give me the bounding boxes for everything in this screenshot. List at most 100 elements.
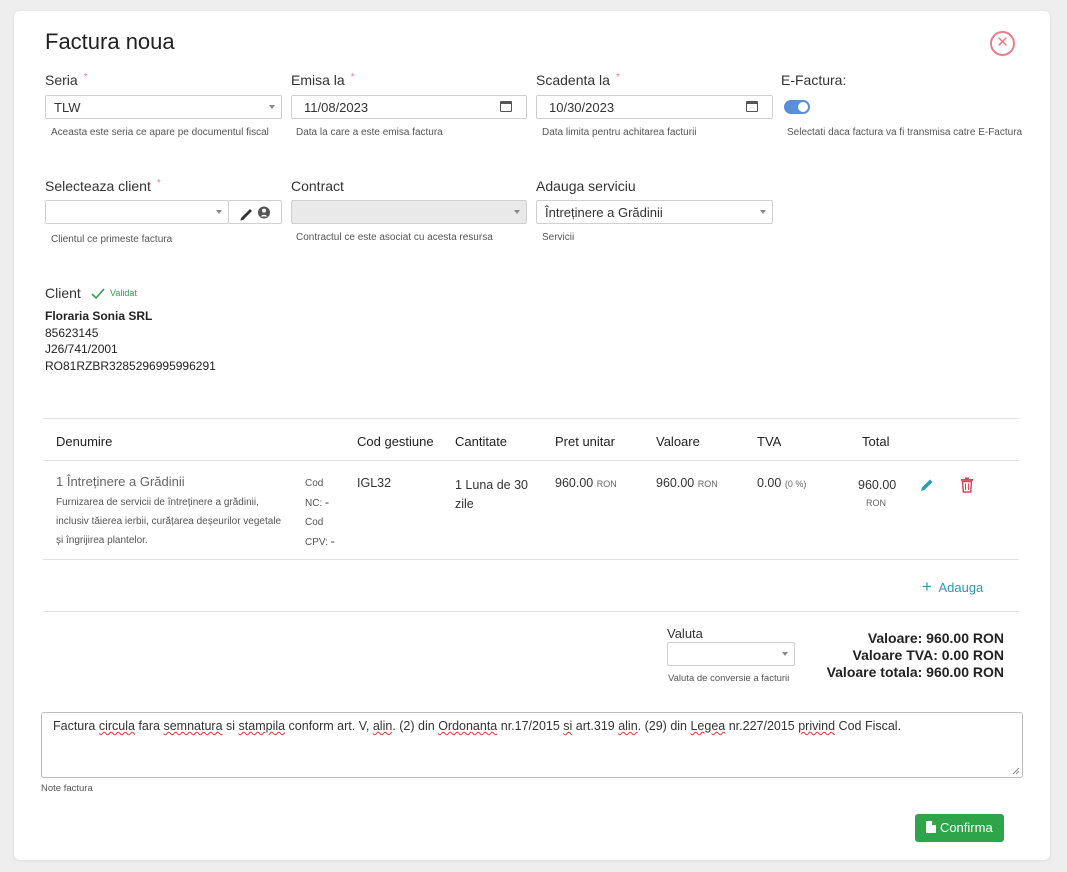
cod-nc-value: - bbox=[325, 495, 330, 509]
confirm-button[interactable]: Confirma bbox=[915, 814, 1004, 842]
check-icon bbox=[91, 287, 105, 305]
efactura-toggle[interactable] bbox=[784, 100, 810, 114]
col-valoare: Valoare bbox=[656, 434, 700, 449]
calendar-icon[interactable] bbox=[500, 101, 512, 112]
scadenta-help: Data limita pentru achitarea facturii bbox=[542, 127, 697, 138]
notes-text: semnatura bbox=[163, 719, 223, 733]
item-pret-unitar: 960.00 RON bbox=[555, 476, 617, 490]
chevron-down-icon bbox=[760, 210, 766, 214]
delete-item-button[interactable] bbox=[960, 477, 974, 498]
close-icon: ✕ bbox=[996, 34, 1009, 51]
notes-textarea[interactable]: Factura circula fara semnatura si stampi… bbox=[41, 712, 1023, 778]
client-select[interactable] bbox=[45, 200, 229, 224]
chevron-down-icon bbox=[269, 105, 275, 109]
calendar-icon[interactable] bbox=[746, 101, 758, 112]
edit-client-button[interactable] bbox=[228, 200, 282, 224]
emisa-date-input[interactable]: 11/08/2023 bbox=[291, 95, 527, 119]
close-button[interactable]: ✕ bbox=[990, 31, 1015, 56]
col-cantitate: Cantitate bbox=[455, 434, 508, 449]
item-tva: 0.00 (0 %) bbox=[757, 476, 806, 490]
cod-cpv-value: - bbox=[330, 534, 335, 548]
serviciu-label: Adauga serviciu bbox=[536, 178, 636, 194]
scadenta-label: Scadenta la * bbox=[536, 72, 620, 88]
total-currency: RON bbox=[866, 498, 886, 508]
client-details: Floraria Sonia SRL 85623145 J26/741/2001… bbox=[45, 308, 216, 374]
item-name: 1 Întreținere a Grădinii bbox=[56, 474, 185, 489]
notes-text: fara bbox=[134, 719, 164, 733]
item-codes: Cod NC: - Cod CPV: - bbox=[305, 474, 335, 552]
col-cod-gestiune: Cod gestiune bbox=[357, 434, 434, 449]
notes-text: Cod Fiscal. bbox=[835, 719, 902, 733]
client-select-label: Selecteaza client * bbox=[45, 178, 161, 194]
seria-select[interactable]: TLW bbox=[45, 95, 282, 119]
valoare-currency: RON bbox=[697, 479, 718, 489]
scadenta-date-input[interactable]: 10/30/2023 bbox=[536, 95, 773, 119]
col-denumire: Denumire bbox=[56, 434, 113, 449]
serviciu-help: Servicii bbox=[542, 232, 575, 243]
efactura-help: Selectati daca factura va fi transmisa c… bbox=[787, 127, 1023, 138]
item-cod-gestiune: IGL32 bbox=[357, 476, 392, 490]
notes-text: nr.227/2015 bbox=[725, 719, 799, 733]
cod-nc-label: NC: bbox=[305, 498, 323, 509]
valuta-help: Valuta de conversie a facturii bbox=[668, 673, 790, 684]
notes-text: Legea bbox=[690, 719, 726, 733]
valuta-select[interactable] bbox=[667, 642, 795, 666]
table-bottom-divider bbox=[43, 611, 1019, 612]
notes-text: privind bbox=[798, 719, 836, 733]
table-top-divider bbox=[43, 418, 1019, 419]
efactura-label: E-Factura: bbox=[781, 72, 847, 88]
emisa-value: 11/08/2023 bbox=[304, 100, 369, 115]
total-valoare-totala: Valoare totala: 960.00 RON bbox=[826, 664, 1004, 680]
client-select-help: Clientul ce primeste factura bbox=[51, 234, 173, 245]
total-valoare-tva: Valoare TVA: 0.00 RON bbox=[852, 647, 1004, 663]
notes-text: art.319 bbox=[572, 719, 619, 733]
totals-summary: Valoare: 960.00 RON Valoare TVA: 0.00 RO… bbox=[804, 630, 1004, 681]
emisa-label: Emisa la * bbox=[291, 72, 355, 88]
item-description-line: Furnizarea de servicii de întreținere a … bbox=[56, 497, 259, 508]
tva-percent: (0 %) bbox=[784, 479, 807, 489]
page-title: Factura noua bbox=[45, 29, 175, 54]
notes-text: . (29) din bbox=[637, 719, 691, 733]
valuta-label: Valuta bbox=[667, 626, 703, 641]
col-pret-unitar: Pret unitar bbox=[555, 434, 615, 449]
notes-text: conform art. V, bbox=[285, 719, 373, 733]
notes-text: Factura bbox=[53, 719, 99, 733]
edit-item-button[interactable] bbox=[919, 477, 935, 498]
pret-value: 960.00 bbox=[555, 476, 594, 490]
valoare-value: 960.00 bbox=[656, 476, 695, 490]
pencil-icon bbox=[921, 479, 933, 491]
add-item-button[interactable]: + Adauga bbox=[922, 577, 983, 597]
cod-cpv-label: Cod bbox=[305, 517, 324, 528]
seria-label: Seria * bbox=[45, 72, 88, 88]
chevron-down-icon bbox=[514, 210, 520, 214]
item-valoare: 960.00 RON bbox=[656, 476, 718, 490]
seria-value: TLW bbox=[54, 100, 81, 115]
scadenta-value: 10/30/2023 bbox=[549, 100, 615, 115]
contract-help: Contractul ce este asociat cu acesta res… bbox=[296, 232, 493, 243]
notes-text: circula bbox=[98, 719, 135, 733]
cod-nc-label: Cod bbox=[305, 478, 324, 489]
tva-value: 0.00 bbox=[757, 476, 782, 490]
total-valoare: Valoare: 960.00 RON bbox=[867, 630, 1004, 646]
chevron-down-icon bbox=[782, 652, 788, 656]
notes-text: alin bbox=[618, 719, 638, 733]
notes-text: nr.17/2015 bbox=[497, 719, 564, 733]
item-cantitate-line: zile bbox=[455, 497, 474, 511]
client-name: Floraria Sonia SRL bbox=[45, 309, 153, 323]
contract-label: Contract bbox=[291, 178, 344, 194]
invoice-modal: Factura noua ✕ Seria * TLW Aceasta este s… bbox=[14, 11, 1050, 860]
serviciu-select[interactable]: Întreținere a Grădinii bbox=[536, 200, 773, 224]
notes-text: alin bbox=[372, 719, 393, 733]
trash-icon bbox=[961, 477, 973, 493]
item-cantitate-line: 1 Luna de 30 bbox=[455, 478, 528, 492]
item-description: Furnizarea de servicii de întreținere a … bbox=[56, 493, 306, 550]
pret-currency: RON bbox=[596, 479, 617, 489]
resize-handle-icon[interactable] bbox=[1012, 767, 1020, 775]
notes-text: si bbox=[222, 719, 239, 733]
validated-badge: Validat bbox=[110, 288, 137, 298]
serviciu-value: Întreținere a Grădinii bbox=[545, 205, 663, 220]
toggle-knob bbox=[798, 102, 808, 112]
item-description-line: și îngrijirea plantelor. bbox=[56, 535, 148, 546]
col-total: Total bbox=[862, 434, 890, 449]
table-row-divider bbox=[43, 559, 1019, 560]
